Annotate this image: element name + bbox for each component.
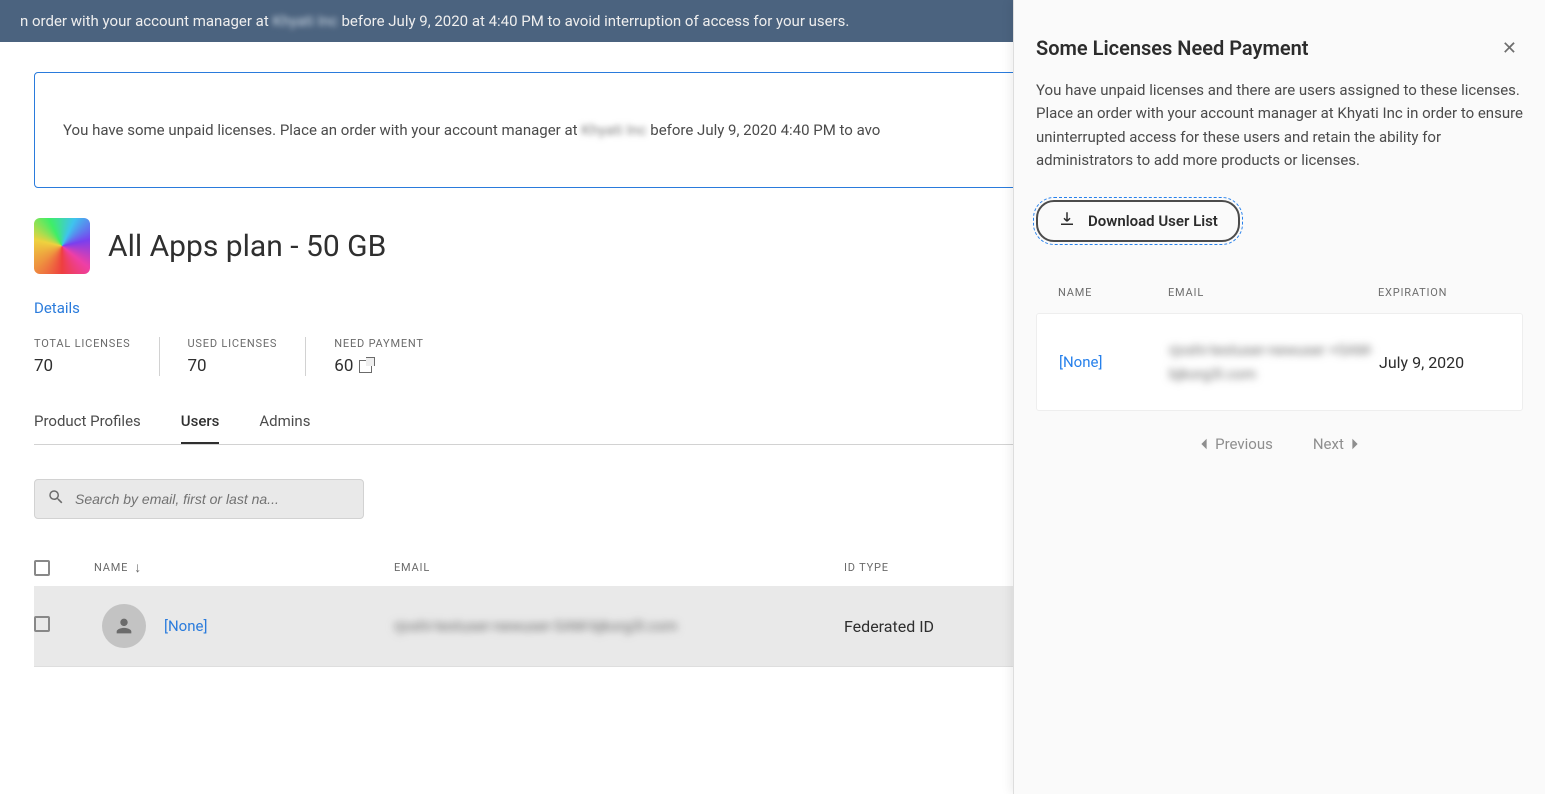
user-email: rjoshi-testuser-newuser-SAM-bjkorg3l.com <box>394 617 844 635</box>
select-all-checkbox[interactable] <box>34 560 50 576</box>
banner-company: Khyati Inc <box>272 12 337 30</box>
warning-suffix: before July 9, 2020 4:40 PM to avo <box>647 121 881 139</box>
close-icon[interactable]: ✕ <box>1496 36 1523 61</box>
modal-col-email: EMAIL <box>1168 286 1378 299</box>
modal-user-email: rjoshi-testuser-newuser +SAM-bjkorg3l.co… <box>1169 338 1379 386</box>
stat-total-value: 70 <box>34 356 131 376</box>
popup-icon[interactable] <box>359 360 372 373</box>
modal-table-row[interactable]: [None] rjoshi-testuser-newuser +SAM-bjko… <box>1036 313 1523 411</box>
tab-users[interactable]: Users <box>181 400 220 444</box>
banner-suffix: before July 9, 2020 at 4:40 PM to avoid … <box>338 12 850 30</box>
stat-need-label: NEED PAYMENT <box>334 337 423 350</box>
modal-col-expiration: EXPIRATION <box>1378 286 1538 299</box>
sort-arrow-icon: ↓ <box>134 559 142 576</box>
next-button[interactable]: Next <box>1313 435 1360 453</box>
modal-user-name[interactable]: [None] <box>1059 353 1169 371</box>
modal-body: You have unpaid licenses and there are u… <box>1036 79 1523 172</box>
plan-title: All Apps plan - 50 GB <box>108 229 386 264</box>
creative-cloud-icon <box>34 218 90 274</box>
modal-col-name: NAME <box>1058 286 1168 299</box>
tab-admins[interactable]: Admins <box>259 400 310 444</box>
download-user-list-button[interactable]: Download User List <box>1036 200 1240 242</box>
search-icon <box>47 488 65 510</box>
download-label: Download User List <box>1088 212 1218 230</box>
side-modal: Some Licenses Need Payment ✕ You have un… <box>1013 0 1545 794</box>
search-input[interactable] <box>65 491 351 507</box>
previous-button[interactable]: Previous <box>1199 435 1273 453</box>
tab-product-profiles[interactable]: Product Profiles <box>34 400 141 444</box>
modal-expiration: July 9, 2020 <box>1379 353 1539 372</box>
stat-total-label: TOTAL LICENSES <box>34 337 131 350</box>
details-link[interactable]: Details <box>34 299 80 317</box>
warning-prefix: You have some unpaid licenses. Place an … <box>63 121 581 139</box>
col-name[interactable]: NAME ↓ <box>94 559 394 576</box>
avatar <box>102 604 146 648</box>
search-wrap[interactable] <box>34 479 364 519</box>
stat-used-label: USED LICENSES <box>188 337 278 350</box>
col-email[interactable]: EMAIL <box>394 559 844 576</box>
row-checkbox[interactable] <box>34 616 50 632</box>
warning-company: Khyati Inc <box>581 121 646 139</box>
stat-need-value: 60 <box>334 356 353 376</box>
download-icon <box>1058 210 1076 232</box>
banner-prefix: n order with your account manager at <box>20 12 272 30</box>
user-name-link[interactable]: [None] <box>164 617 207 635</box>
stat-used-value: 70 <box>188 356 278 376</box>
modal-title: Some Licenses Need Payment <box>1036 36 1308 60</box>
